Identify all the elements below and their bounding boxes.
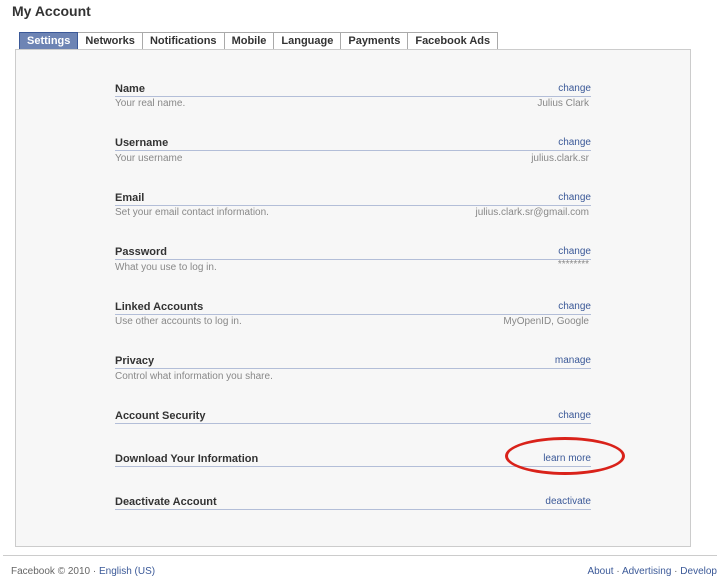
page-title: My Account bbox=[12, 3, 91, 19]
setting-row-email: Email change bbox=[115, 188, 591, 206]
setting-description: Use other accounts to log in. bbox=[115, 316, 242, 327]
setting-label: Deactivate Account bbox=[115, 496, 217, 508]
setting-row-linked-accounts: Linked Accounts change bbox=[115, 297, 591, 315]
change-password-link[interactable]: change bbox=[558, 246, 591, 257]
footer-separator: · bbox=[671, 566, 681, 577]
setting-label: Linked Accounts bbox=[115, 301, 204, 313]
tab-networks[interactable]: Networks bbox=[78, 32, 143, 50]
language-link[interactable]: English (US) bbox=[99, 566, 155, 577]
setting-description: Your username bbox=[115, 153, 183, 164]
change-email-link[interactable]: change bbox=[558, 192, 591, 203]
develop-link[interactable]: Develop bbox=[680, 566, 717, 577]
tab-facebook-ads[interactable]: Facebook Ads bbox=[408, 32, 499, 50]
footer-separator: · bbox=[613, 566, 622, 577]
about-link[interactable]: About bbox=[587, 566, 613, 577]
setting-value: Julius Clark bbox=[537, 98, 589, 109]
manage-privacy-link[interactable]: manage bbox=[555, 355, 591, 366]
setting-description: Set your email contact information. bbox=[115, 207, 269, 218]
setting-row-password: Password change bbox=[115, 242, 591, 260]
deactivate-link[interactable]: deactivate bbox=[545, 496, 591, 507]
advertising-link[interactable]: Advertising bbox=[622, 566, 671, 577]
setting-label: Account Security bbox=[115, 410, 206, 422]
change-account-security-link[interactable]: change bbox=[558, 410, 591, 421]
learn-more-link[interactable]: learn more bbox=[543, 453, 591, 464]
setting-value: MyOpenID, Google bbox=[503, 316, 589, 327]
setting-row-account-security: Account Security change bbox=[115, 406, 591, 424]
tab-bar: Settings Networks Notifications Mobile L… bbox=[19, 32, 499, 50]
copyright-text: Facebook © 2010 · bbox=[11, 566, 99, 577]
setting-label: Email bbox=[115, 192, 145, 204]
setting-value: julius.clark.sr bbox=[531, 153, 589, 164]
setting-label: Name bbox=[115, 83, 145, 95]
change-username-link[interactable]: change bbox=[558, 137, 591, 148]
tab-mobile[interactable]: Mobile bbox=[224, 32, 275, 50]
setting-label: Download Your Information bbox=[115, 453, 259, 465]
tab-settings[interactable]: Settings bbox=[19, 32, 79, 50]
change-name-link[interactable]: change bbox=[558, 83, 591, 94]
setting-value: julius.clark.sr@gmail.com bbox=[475, 207, 589, 218]
tab-notifications[interactable]: Notifications bbox=[142, 32, 225, 50]
setting-label: Username bbox=[115, 137, 169, 149]
setting-value: ******** bbox=[557, 259, 589, 270]
setting-row-deactivate-account: Deactivate Account deactivate bbox=[115, 492, 591, 510]
setting-label: Password bbox=[115, 246, 167, 258]
setting-description: Your real name. bbox=[115, 98, 186, 109]
tab-language[interactable]: Language bbox=[274, 32, 342, 50]
setting-description: Control what information you share. bbox=[115, 371, 273, 382]
setting-row-download-information: Download Your Information learn more bbox=[115, 449, 591, 467]
footer-divider bbox=[3, 555, 717, 556]
tab-payments[interactable]: Payments bbox=[341, 32, 409, 50]
footer-links: About · Advertising · Develop bbox=[587, 566, 717, 577]
change-linked-accounts-link[interactable]: change bbox=[558, 301, 591, 312]
setting-row-username: Username change bbox=[115, 133, 591, 151]
setting-row-privacy: Privacy manage bbox=[115, 351, 591, 369]
footer-left: Facebook © 2010 · English (US) bbox=[11, 566, 155, 577]
setting-row-name: Name change bbox=[115, 79, 591, 97]
settings-panel: Name change Your real name. Julius Clark… bbox=[15, 49, 691, 547]
setting-description: What you use to log in. bbox=[115, 262, 217, 273]
setting-label: Privacy bbox=[115, 355, 155, 367]
